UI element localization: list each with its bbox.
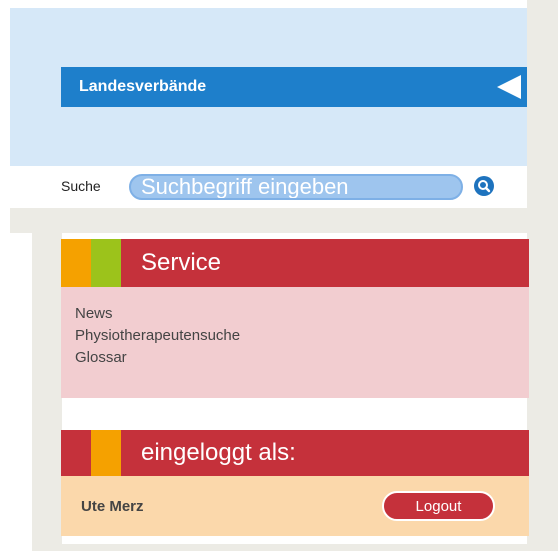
orange-stripe xyxy=(91,430,121,476)
page-shadow-right xyxy=(527,0,558,551)
user-name: Ute Merz xyxy=(81,498,144,515)
login-body: Ute Merz Logout xyxy=(61,476,529,536)
search-label: Suche xyxy=(61,178,101,194)
service-links: News Physiotherapeutensuche Glossar xyxy=(61,287,529,398)
search-icon[interactable] xyxy=(474,176,494,196)
orange-stripe xyxy=(61,239,91,287)
search-input[interactable] xyxy=(129,174,463,200)
search-bar: Suche xyxy=(10,166,527,208)
link-physiotherapeutensuche[interactable]: Physiotherapeutensuche xyxy=(75,327,240,344)
link-glossar[interactable]: Glossar xyxy=(75,349,127,366)
login-title: eingeloggt als: xyxy=(141,439,296,466)
arrow-left-icon xyxy=(497,75,521,99)
green-stripe xyxy=(91,239,121,287)
login-header: eingeloggt als: xyxy=(61,430,529,476)
page-shadow-row xyxy=(10,208,558,233)
service-title: Service xyxy=(141,249,222,276)
service-header: Service xyxy=(61,239,529,287)
logout-button[interactable]: Logout xyxy=(382,491,495,521)
landesverbaende-button[interactable]: Landesverbände xyxy=(61,67,527,107)
link-news[interactable]: News xyxy=(75,305,113,322)
landesverbaende-label: Landesverbände xyxy=(79,78,207,95)
page-shadow-bottom xyxy=(32,544,558,551)
page-shadow-left xyxy=(32,208,62,551)
